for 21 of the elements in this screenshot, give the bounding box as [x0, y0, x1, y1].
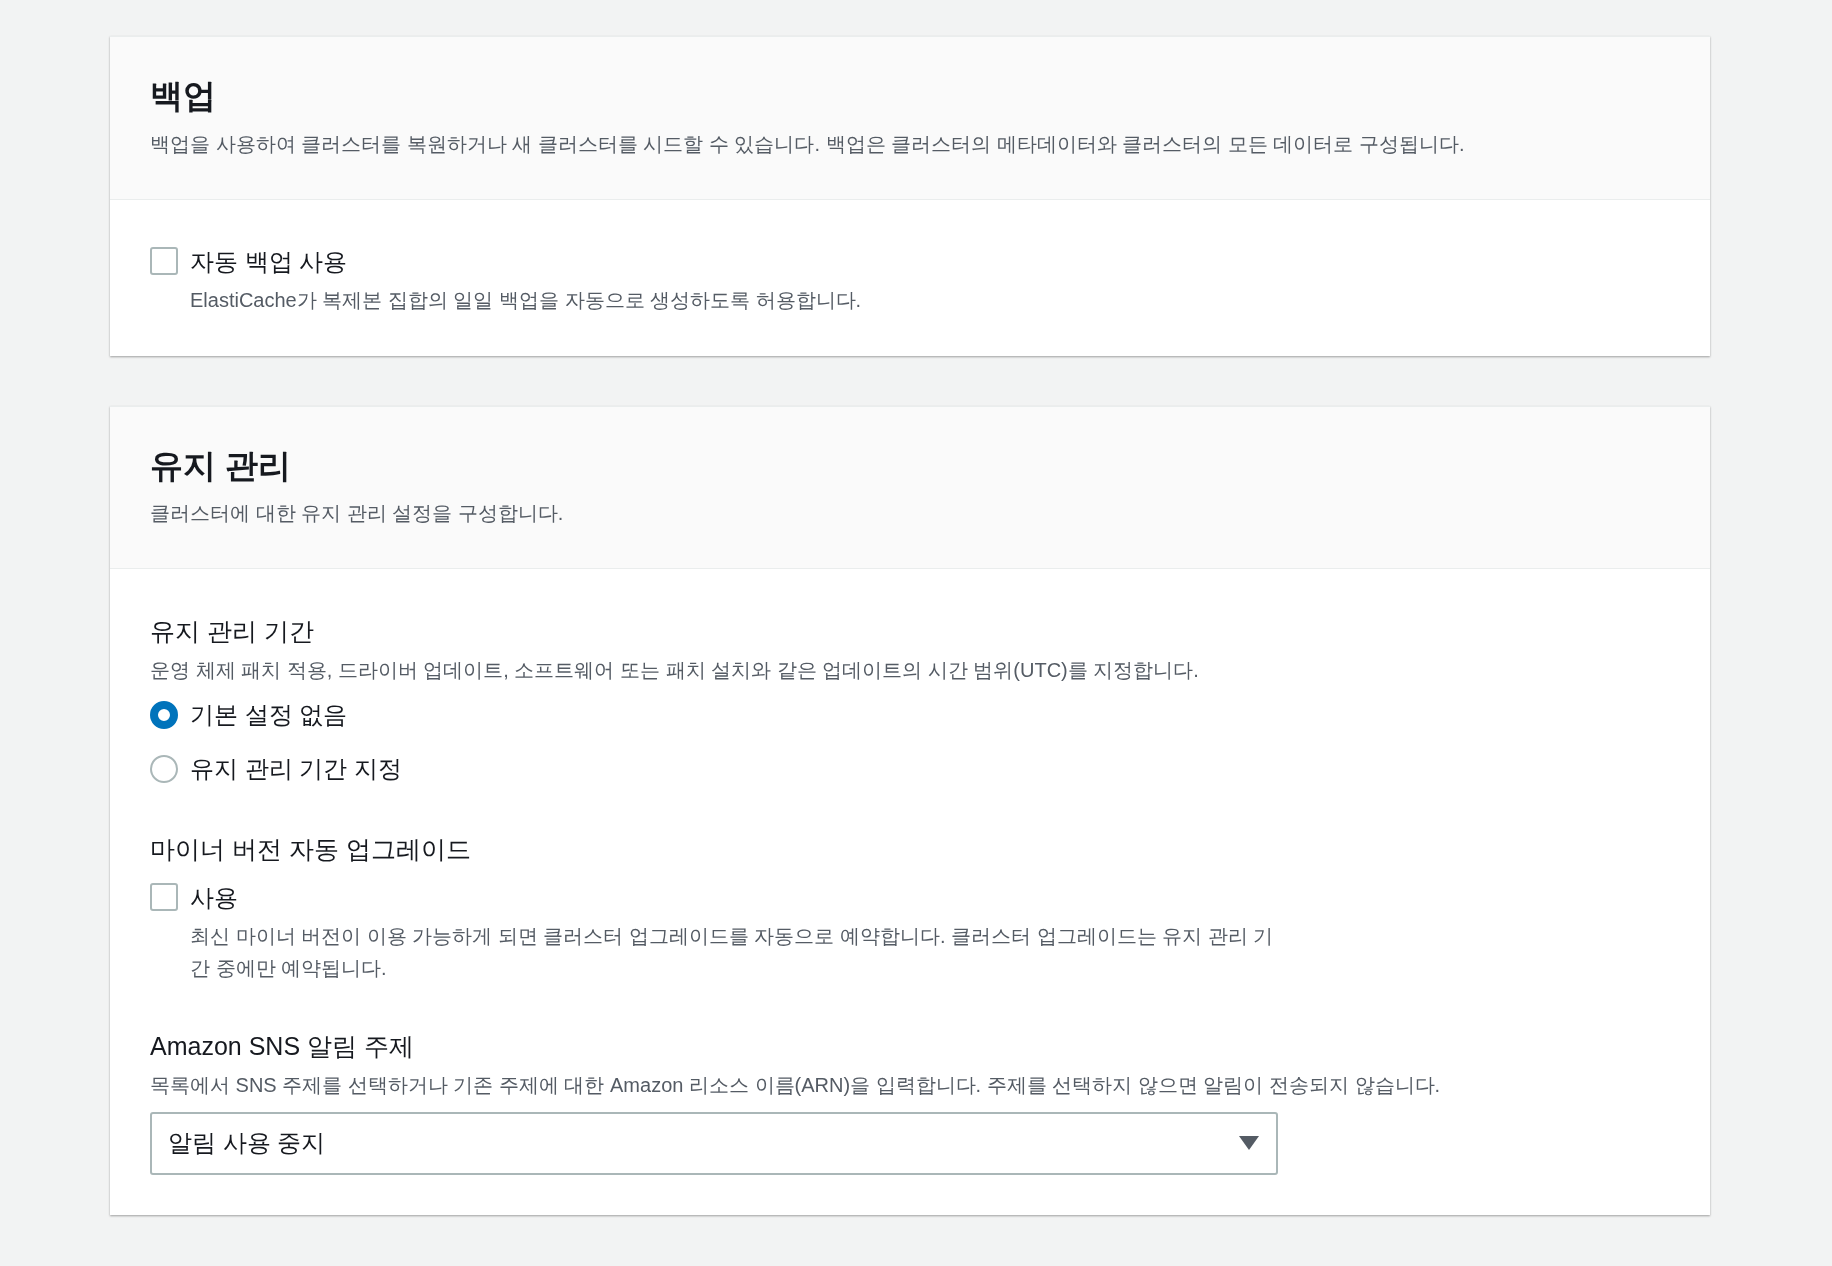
- section-description: 백업을 사용하여 클러스터를 복원하거나 새 클러스터를 시드할 수 있습니다. 백업은 클러스터의 메타데이터와 클러스터의 모든 데이터로 구성됩니다.: [150, 131, 1466, 157]
- section-title: 유지 관리: [150, 445, 293, 486]
- checkbox-label: 자동 백업 사용: [190, 246, 349, 277]
- checkbox-description: ElastiCache가 복제본 집합의 일일 백업을 자동으로 생성하도록 허용합니다.: [190, 287, 863, 313]
- radio-button[interactable]: [150, 754, 178, 783]
- radio-label: 기본 설정 없음: [190, 699, 348, 730]
- section-title: 백업: [150, 76, 217, 116]
- field-label: Amazon SNS 알림 주제: [150, 1031, 415, 1062]
- field-label: 유지 관리 기간: [150, 616, 315, 647]
- field-label: 마이너 버전 자동 업그레이드: [150, 833, 472, 865]
- checkbox-label: 사용: [190, 883, 239, 913]
- checkbox[interactable]: [150, 883, 178, 911]
- radio-button[interactable]: [150, 700, 178, 729]
- field-description: 운영 체제 패치 적용, 드라이버 업데이트, 소프트웨어 또는 패치 설치와 같은 업데이트의 시간 범위(UTC)를 지정합니다.: [150, 657, 1200, 683]
- checkbox-description: 최신 마이너 버전이 이용 가능하게 되면 클러스터 업그레이드를 자동으로 예약합니다. 클러스터 업그레이드는 유지 관리 기간 중에만 예약됩니다.: [190, 924, 1275, 981]
- checkbox[interactable]: [150, 246, 178, 275]
- caret-down-icon: [1238, 1135, 1260, 1151]
- field-description: 목록에서 SNS 주제를 선택하거나 기존 주제에 대한 Amazon 리소스 이름(ARN)을 입력합니다. 주제를 선택하지 않으면 알림이 전송되지 않습니다.: [150, 1072, 1442, 1098]
- select-field[interactable]: 알림 사용 중지: [150, 1111, 1278, 1175]
- radio-label: 유지 관리 기간 지정: [190, 753, 402, 784]
- section-description: 클러스터에 대한 유지 관리 설정을 구성합니다.: [150, 501, 565, 526]
